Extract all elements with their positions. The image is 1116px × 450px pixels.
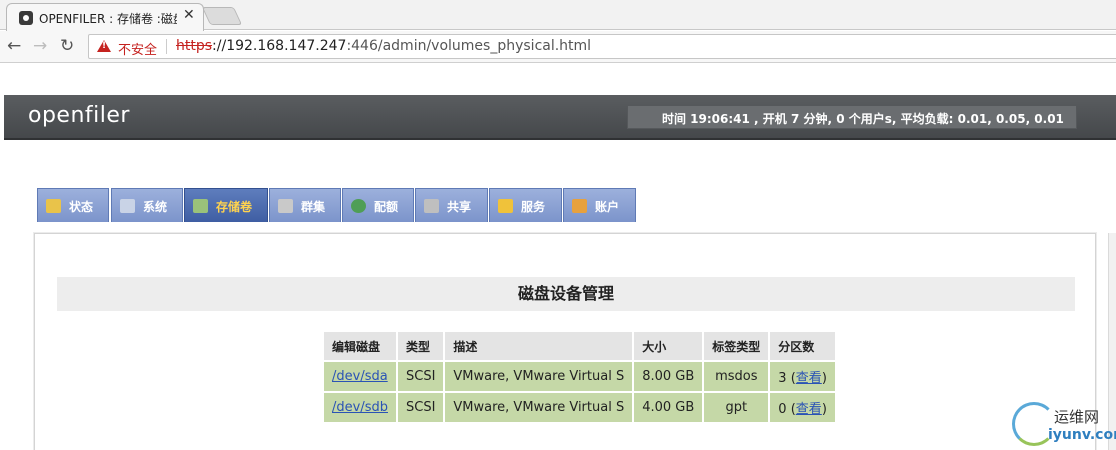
nav-tab-cluster-label: 群集	[301, 200, 326, 214]
col-partitions: 分区数	[770, 332, 835, 360]
partitions-cell: 0 (查看)	[770, 393, 835, 422]
nav-tab-accounts[interactable]: 账户	[563, 188, 636, 222]
new-tab-button[interactable]	[201, 7, 243, 25]
nav-tab-volumes[interactable]: 存储卷	[184, 188, 268, 222]
nav-tab-quota[interactable]: 配额	[342, 188, 414, 222]
label-type-cell: gpt	[704, 393, 769, 422]
partitions-cell: 3 (查看)	[770, 362, 835, 391]
openfiler-favicon-icon	[19, 11, 33, 25]
col-type: 类型	[397, 332, 444, 360]
nav-tab-services-label: 服务	[521, 200, 546, 214]
col-size: 大小	[634, 332, 703, 360]
url-text[interactable]: https://192.168.147.247:446/admin/volume…	[176, 38, 591, 54]
disk-link-sdb[interactable]: /dev/sdb	[332, 400, 388, 415]
openfiler-header: openfiler 时间 19:06:41 , 开机 7 分钟, 0 个用户s,…	[4, 95, 1116, 140]
nav-tab-accounts-label: 账户	[595, 200, 620, 214]
disk-table: 编辑磁盘 类型 描述 大小 标签类型 分区数 /dev/sda SCSI VMw…	[322, 330, 837, 424]
system-icon	[120, 199, 135, 213]
nav-tab-quota-label: 配额	[374, 200, 399, 214]
system-status-text: 时间 19:06:41 , 开机 7 分钟, 0 个用户s, 平均负载: 0.0…	[662, 112, 1064, 126]
nav-tab-volumes-label: 存储卷	[216, 200, 253, 214]
nav-tab-system-label: 系统	[143, 200, 168, 214]
description-cell: VMware, VMware Virtual S	[445, 362, 633, 391]
status-icon	[46, 199, 61, 213]
accounts-icon	[572, 199, 587, 213]
address-bar[interactable]: 不安全 https://192.168.147.247:446/admin/vo…	[88, 34, 1116, 59]
description-cell: VMware, VMware Virtual S	[445, 393, 633, 422]
browser-tab-title: OPENFILER : 存储卷 :磁盘	[39, 12, 177, 26]
shares-icon	[424, 199, 439, 213]
nav-tab-services[interactable]: 服务	[489, 188, 562, 222]
back-arrow-icon[interactable]: ←	[7, 36, 21, 56]
type-cell: SCSI	[397, 393, 444, 422]
nav-tab-status-label: 状态	[69, 200, 94, 214]
url-path: :446/admin/volumes_physical.html	[346, 38, 592, 54]
system-status-bar: 时间 19:06:41 , 开机 7 分钟, 0 个用户s, 平均负载: 0.0…	[627, 105, 1077, 129]
disk-link-sda[interactable]: /dev/sda	[332, 369, 388, 384]
size-cell: 8.00 GB	[634, 362, 703, 391]
size-cell: 4.00 GB	[634, 393, 703, 422]
disk-table-header-row: 编辑磁盘 类型 描述 大小 标签类型 分区数	[324, 332, 835, 360]
nav-tab-cluster[interactable]: 群集	[269, 188, 341, 222]
table-row: /dev/sdb SCSI VMware, VMware Virtual S 4…	[324, 393, 835, 422]
watermark-cn: 运维网	[1054, 408, 1100, 426]
nav-tab-system[interactable]: 系统	[111, 188, 183, 222]
browser-tab[interactable]: OPENFILER : 存储卷 :磁盘 ✕	[6, 3, 204, 31]
partition-count: 3	[778, 371, 787, 386]
content-panel: 磁盘设备管理 编辑磁盘 类型 描述 大小 标签类型 分区数 /dev/sda S…	[34, 233, 1096, 450]
label-type-cell: msdos	[704, 362, 769, 391]
openfiler-logo: openfiler	[28, 103, 130, 128]
disk-cell: /dev/sda	[324, 362, 396, 391]
disk-cell: /dev/sdb	[324, 393, 396, 422]
table-row: /dev/sda SCSI VMware, VMware Virtual S 8…	[324, 362, 835, 391]
url-host: ://192.168.147.247	[212, 38, 347, 54]
nav-tab-status[interactable]: 状态	[37, 188, 109, 222]
nav-tab-shares-label: 共享	[447, 200, 472, 214]
warning-icon[interactable]	[97, 40, 111, 52]
reload-icon[interactable]: ↻	[60, 36, 74, 56]
services-icon	[498, 199, 513, 213]
forward-arrow-icon[interactable]: →	[33, 36, 47, 56]
view-partitions-link-sdb[interactable]: 查看	[796, 402, 822, 417]
nav-tab-shares[interactable]: 共享	[415, 188, 488, 222]
col-edit-disk: 编辑磁盘	[324, 332, 396, 360]
cluster-icon	[278, 199, 293, 213]
browser-tab-bar: OPENFILER : 存储卷 :磁盘 ✕	[0, 0, 1116, 31]
browser-toolbar: ← → ↻ 不安全 https://192.168.147.247:446/ad…	[0, 31, 1116, 63]
close-tab-icon[interactable]: ✕	[183, 7, 195, 23]
partition-count: 0	[778, 402, 787, 417]
not-secure-label[interactable]: 不安全	[118, 39, 157, 58]
watermark-en: iyunv.com	[1048, 427, 1116, 443]
volumes-icon	[193, 199, 208, 213]
view-partitions-link-sda[interactable]: 查看	[796, 371, 822, 386]
address-divider	[166, 39, 167, 54]
col-label-type: 标签类型	[704, 332, 769, 360]
type-cell: SCSI	[397, 362, 444, 391]
section-title: 磁盘设备管理	[57, 277, 1075, 311]
quota-icon	[351, 199, 366, 213]
col-description: 描述	[445, 332, 633, 360]
url-scheme: https	[176, 38, 213, 54]
site-watermark: 运维网 iyunv.com	[1010, 402, 1116, 448]
